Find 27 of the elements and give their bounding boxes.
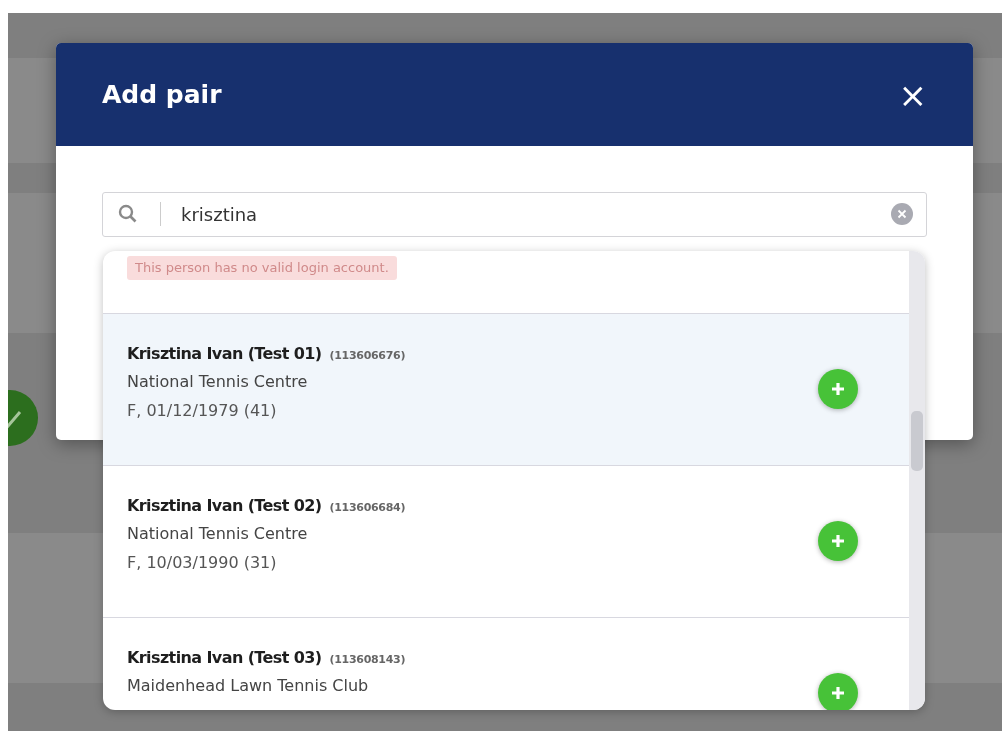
player-id: (113606684) [329, 501, 406, 514]
result-item[interactable]: Krisztina Ivan (Test 03) (113608143) Maidenhead Lawn Tennis Club [103, 618, 909, 710]
player-details: F, 01/12/1979 (41) [127, 400, 277, 422]
club-name: Maidenhead Lawn Tennis Club [127, 675, 369, 697]
plus-icon [831, 534, 845, 548]
warning-badge: This person has no valid login account. [127, 256, 397, 280]
add-button[interactable] [818, 673, 858, 710]
player-name: Krisztina Ivan (Test 01) [127, 344, 322, 363]
plus-icon [831, 686, 845, 700]
add-button[interactable] [818, 369, 858, 409]
scrollbar[interactable] [909, 251, 925, 710]
clear-icon[interactable] [891, 203, 913, 225]
club-name: National Tennis Centre [127, 523, 308, 545]
plus-icon [831, 382, 845, 396]
club-name: National Tennis Centre [127, 371, 308, 393]
player-id: (113608143) [329, 653, 406, 666]
search-field[interactable]: krisztina [102, 192, 927, 237]
player-name: Krisztina Ivan (Test 02) [127, 496, 322, 515]
player-name: Krisztina Ivan (Test 03) [127, 648, 322, 667]
modal-title: Add pair [102, 79, 222, 110]
search-icon [118, 204, 138, 224]
result-item[interactable]: Krisztina Ivan (Test 01) (113606676) National Tennis Centre F, 01/12/1979 (41) [103, 314, 909, 466]
player-details: F, 10/03/1990 (31) [127, 552, 277, 574]
close-button[interactable]: × [898, 77, 927, 112]
result-item[interactable]: Krisztina Ivan (Test 02) (113606684) National Tennis Centre F, 10/03/1990 (31) [103, 466, 909, 618]
player-id: (113606676) [329, 349, 406, 362]
add-button[interactable] [818, 521, 858, 561]
